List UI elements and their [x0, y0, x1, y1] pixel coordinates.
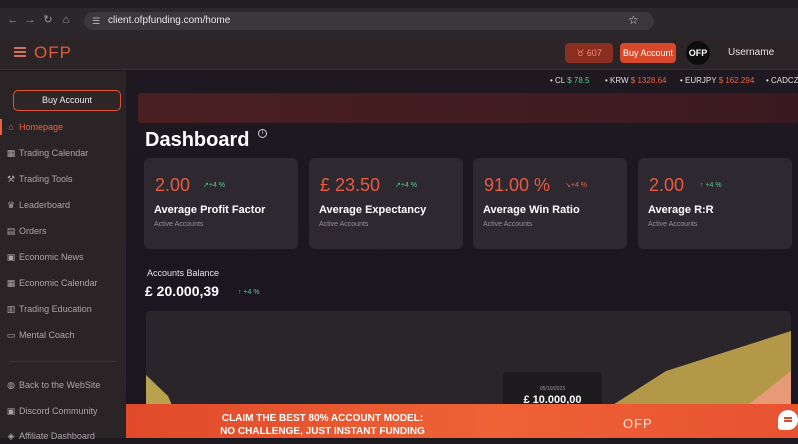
promo-line-1: CLAIM THE BEST 80% ACCOUNT MODEL:	[221, 413, 424, 424]
star-icon[interactable]: ☆	[628, 14, 639, 26]
sidebar-item-trading-calendar[interactable]: ▦ Trading Calendar	[0, 145, 126, 161]
sidebar-divider	[10, 361, 116, 362]
app-header: OFP ♉ 607 Buy Account OFP Username	[0, 36, 798, 70]
sidebar-item-discord-community[interactable]: ▣ Discord Community	[0, 403, 126, 419]
sidebar: Buy Account ⌂ Homepage ▦ Trading Calenda…	[0, 71, 126, 441]
promo-line-2: NO CHALLENGE, JUST INSTANT FUNDING	[220, 426, 425, 437]
balance-label: Accounts Balance	[147, 268, 220, 278]
sidebar-item-trading-tools[interactable]: ⚒ Trading Tools	[0, 171, 126, 187]
chat-icon: ▭	[6, 330, 16, 340]
stat-title: Average Expectancy	[319, 204, 427, 216]
promo-logo: OFP	[623, 416, 653, 431]
sidebar-item-label: Discord Community	[19, 406, 98, 416]
news-icon: ▣	[6, 252, 16, 262]
stat-change: ↗+4 %	[203, 182, 226, 189]
stat-subtitle: Active Accounts	[154, 221, 204, 228]
sidebar-item-trading-education[interactable]: ▥ Trading Education	[0, 301, 126, 317]
sidebar-item-affiliate-dashboard[interactable]: ◈ Affiliate Dashboard	[0, 428, 126, 444]
sidebar-item-economic-calendar[interactable]: ▦ Economic Calendar	[0, 275, 126, 291]
info-icon[interactable]: i	[258, 129, 267, 138]
sidebar-item-back-to-website[interactable]: ◍ Back to the WebSite	[0, 377, 126, 393]
stat-subtitle: Active Accounts	[648, 221, 698, 228]
avatar[interactable]: OFP	[686, 41, 710, 65]
tooltip-date: 05/10/2023	[539, 386, 566, 392]
chat-icon[interactable]	[778, 410, 798, 430]
price-ticker: • CL $ 78.5 • KRW $ 1328.64 • EURJPY $ 1…	[126, 75, 798, 87]
stat-title: Average Profit Factor	[154, 204, 266, 216]
discord-icon: ▣	[6, 406, 16, 416]
browser-chrome: ← → ↻ ⌂ ☰ client.ofpfunding.com/home ☆	[0, 0, 798, 36]
username[interactable]: Username	[728, 47, 774, 59]
sidebar-item-label: Affiliate Dashboard	[19, 431, 95, 441]
sidebar-item-label: Economic Calendar	[19, 278, 98, 288]
sidebar-item-label: Economic News	[19, 252, 84, 262]
stat-subtitle: Active Accounts	[319, 221, 369, 228]
ticker-item: • KRW $ 1328.64	[605, 76, 667, 85]
stat-value: 2.00	[155, 175, 191, 195]
sidebar-item-label: Homepage	[19, 122, 64, 132]
sidebar-item-label: Trading Tools	[19, 174, 73, 184]
arrow-left-icon[interactable]: ←	[6, 14, 20, 26]
stat-title: Average Win Ratio	[483, 204, 580, 216]
stat-value: £ 23.50	[320, 175, 381, 195]
globe-icon: ◍	[7, 380, 15, 390]
trophy-icon: ♉	[576, 48, 587, 58]
address-bar[interactable]: ☰ client.ofpfunding.com/home	[84, 12, 654, 30]
ticker-item: • EURJPY $ 162.294	[680, 76, 755, 85]
url-text: client.ofpfunding.com/home	[108, 15, 231, 26]
sidebar-buy-account-button[interactable]: Buy Account	[13, 90, 121, 111]
points-badge[interactable]: ♉ 607	[565, 43, 613, 63]
buy-account-button[interactable]: Buy Account	[620, 43, 676, 63]
promo-banner[interactable]: CLAIM THE BEST 80% ACCOUNT MODEL: NO CHA…	[126, 404, 798, 438]
sidebar-item-label: Mental Coach	[19, 330, 75, 340]
trophy-icon: ♛	[6, 200, 16, 210]
stat-change: ↗+4 %	[395, 182, 418, 189]
sidebar-item-economic-news[interactable]: ▣ Economic News	[0, 249, 126, 265]
calendar-icon: ▦	[6, 148, 16, 158]
sidebar-item-label: Trading Education	[19, 304, 92, 314]
brand-logo[interactable]: OFP	[34, 43, 72, 63]
home-icon[interactable]: ⌂	[59, 14, 73, 26]
stat-card-risk-reward: 2.00 ↑ +4 % Average R:R Active Accounts	[638, 158, 792, 249]
sidebar-item-label: Leaderboard	[19, 200, 71, 210]
cart-icon: ▤	[6, 226, 16, 236]
arrow-right-icon[interactable]: →	[23, 14, 37, 26]
sidebar-item-orders[interactable]: ▤ Orders	[0, 223, 126, 239]
reload-icon[interactable]: ↻	[41, 14, 55, 26]
sidebar-item-label: Trading Calendar	[19, 148, 89, 158]
stat-subtitle: Active Accounts	[483, 221, 533, 228]
site-settings-icon[interactable]: ☰	[90, 15, 102, 27]
announcement-banner[interactable]	[138, 93, 798, 123]
calendar-icon: ▦	[6, 278, 16, 288]
ticker-item: • CADCZK	[766, 76, 798, 85]
sidebar-item-label: Orders	[19, 226, 47, 236]
stat-change: ↑ +4 %	[700, 182, 722, 189]
menu-icon[interactable]	[14, 47, 26, 57]
stat-value: 2.00	[649, 175, 685, 195]
stat-value: 91.00 %	[484, 175, 551, 195]
ticker-item: • CL $ 78.5	[550, 76, 590, 85]
sidebar-item-leaderboard[interactable]: ♛ Leaderboard	[0, 197, 126, 213]
stat-title: Average R:R	[648, 204, 714, 216]
points-value: 607	[586, 48, 602, 58]
main-content: • CL $ 78.5 • KRW $ 1328.64 • EURJPY $ 1…	[126, 71, 798, 438]
balance-change: ↑ +4 %	[238, 289, 260, 296]
page-title: Dashboard	[145, 129, 250, 151]
balance-value: £ 20.000,39	[145, 283, 219, 299]
sidebar-item-mental-coach[interactable]: ▭ Mental Coach	[0, 327, 126, 343]
wrench-icon: ⚒	[6, 174, 16, 184]
home-icon: ⌂	[8, 122, 14, 132]
stat-change: ↘+4 %	[565, 182, 588, 189]
stat-card-profit-factor: 2.00 ↗+4 % Average Profit Factor Active …	[144, 158, 298, 249]
affiliate-icon: ◈	[7, 431, 15, 441]
stat-card-expectancy: £ 23.50 ↗+4 % Average Expectancy Active …	[309, 158, 463, 249]
tab-strip	[0, 0, 798, 8]
stat-card-win-ratio: 91.00 % ↘+4 % Average Win Ratio Active A…	[473, 158, 627, 249]
sidebar-item-label: Back to the WebSite	[19, 380, 101, 390]
sidebar-item-homepage[interactable]: ⌂ Homepage	[0, 119, 126, 135]
book-icon: ▥	[6, 304, 16, 314]
